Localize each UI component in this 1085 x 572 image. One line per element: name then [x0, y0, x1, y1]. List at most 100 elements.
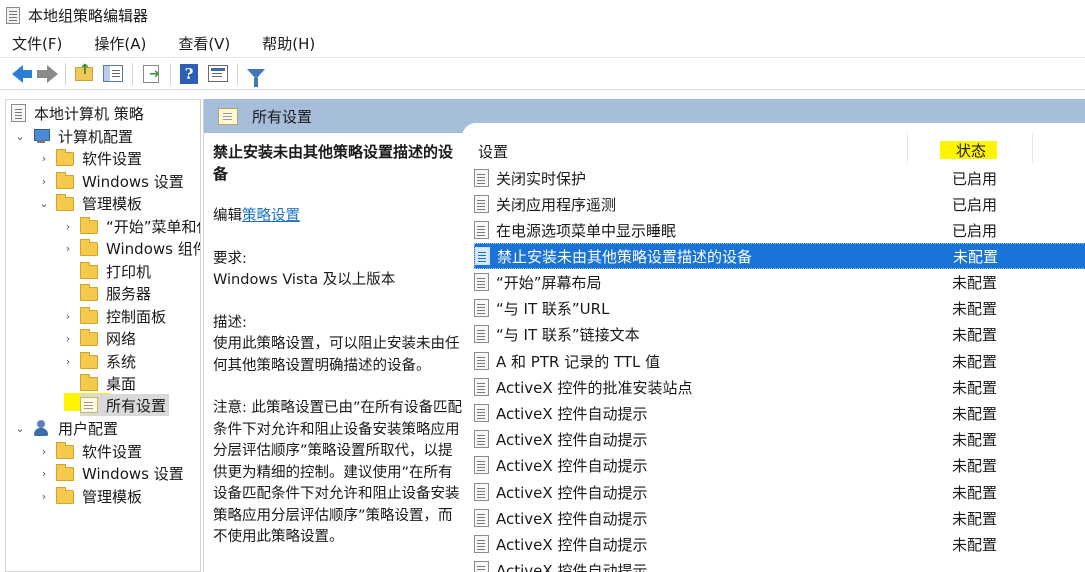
toolbar-separator — [65, 62, 66, 85]
setting-name: ActiveX 控件自动提示 — [496, 535, 648, 554]
help-button[interactable]: ? — [177, 62, 201, 86]
toolbar-separator — [170, 62, 171, 85]
chevron-right-icon[interactable]: › — [38, 175, 50, 188]
tree-node-windows-components[interactable]: › Windows 组件 — [62, 237, 201, 259]
policy-setting-icon — [474, 509, 489, 527]
list-item[interactable]: ActiveX 控件自动提示 未配置 — [474, 531, 1085, 557]
menu-action[interactable]: 操作(A) — [88, 33, 152, 54]
back-button[interactable] — [5, 62, 32, 86]
column-divider[interactable] — [1032, 133, 1033, 163]
setting-state: 未配置 — [952, 404, 998, 423]
chevron-right-icon[interactable]: › — [62, 220, 74, 233]
chevron-right-icon[interactable]: › — [62, 355, 74, 368]
list-item[interactable]: A 和 PTR 记录的 TTL 值 未配置 — [474, 348, 1085, 374]
chevron-right-icon[interactable]: › — [38, 445, 50, 458]
setting-name: A 和 PTR 记录的 TTL 值 — [496, 352, 661, 371]
list-item[interactable]: ActiveX 控件自动提示 未配置 — [474, 452, 1085, 478]
setting-state: 未配置 — [952, 509, 998, 528]
tree-node-label: 打印机 — [106, 262, 152, 281]
chevron-right-icon[interactable]: › — [38, 490, 50, 503]
column-header-setting[interactable]: 设置 — [478, 141, 508, 162]
tree-node-user-windows[interactable]: › Windows 设置 — [38, 462, 184, 484]
forward-button[interactable] — [34, 62, 58, 86]
list-item[interactable]: 关闭应用程序遥测 已启用 — [474, 191, 1085, 217]
list-item[interactable]: “与 IT 联系”URL 未配置 — [474, 295, 1085, 321]
policy-setting-icon — [474, 430, 489, 448]
list-item[interactable]: ActiveX 控件自动提示 未配置 — [474, 505, 1085, 531]
policy-setting-icon — [474, 195, 489, 213]
folder-icon — [56, 149, 74, 166]
policy-title: 禁止安装未由其他策略设置描述的设备 — [213, 143, 454, 183]
tree-node-all-settings[interactable]: 所有设置 — [80, 394, 170, 416]
tree-node-computer-admin[interactable]: ⌄ 管理模板 — [38, 192, 142, 214]
tree-node-computer-windows[interactable]: › Windows 设置 — [38, 170, 184, 192]
all-settings-icon — [80, 397, 98, 413]
export-list-button[interactable] — [139, 62, 163, 86]
list-item[interactable]: “开始”屏幕布局 未配置 — [474, 269, 1085, 295]
chevron-right-icon[interactable]: › — [62, 310, 74, 323]
settings-list: 设置 状态 关闭实时保护 已启用 关闭应用程序遥测 已启用 在电源选项菜单中显示睡眠… — [462, 123, 1085, 572]
tree-node-user-software[interactable]: › 软件设置 — [38, 440, 142, 462]
folder-icon — [80, 329, 98, 346]
tree-node-computer-config[interactable]: ⌄ 计算机配置 — [14, 125, 133, 147]
description-label: 描述: — [213, 314, 247, 331]
tree-node-server[interactable]: 服务器 — [62, 282, 151, 304]
list-item[interactable]: “与 IT 联系”链接文本 未配置 — [474, 321, 1085, 347]
tree-node-user-admin[interactable]: › 管理模板 — [38, 485, 142, 507]
folder-icon — [80, 262, 98, 279]
setting-name: “开始”屏幕布局 — [496, 273, 602, 292]
up-one-level-button[interactable] — [72, 62, 96, 86]
menu-file[interactable]: 文件(F) — [6, 33, 68, 54]
tree-node-desktop[interactable]: 桌面 — [62, 372, 136, 394]
list-item[interactable]: ActiveX 控件的批准安装站点 未配置 — [474, 374, 1085, 400]
list-item[interactable]: 在电源选项菜单中显示睡眠 已启用 — [474, 217, 1085, 243]
menu-help[interactable]: 帮助(H) — [256, 33, 321, 54]
setting-state: 未配置 — [952, 299, 998, 318]
chevron-right-icon[interactable]: › — [62, 332, 74, 345]
list-item[interactable]: 关闭实时保护 已启用 — [474, 165, 1085, 191]
filter-button[interactable] — [244, 62, 268, 87]
tree-node-label: 软件设置 — [82, 442, 143, 461]
list-item[interactable]: ActiveX 控件自动提示 未配置 — [474, 479, 1085, 505]
setting-name: “与 IT 联系”链接文本 — [496, 325, 640, 344]
setting-name: 禁止安装未由其他策略设置描述的设备 — [497, 247, 753, 266]
setting-state: 未配置 — [952, 430, 998, 449]
chevron-down-icon[interactable]: ⌄ — [14, 130, 26, 143]
tree-node-label: Windows 组件 — [106, 239, 201, 258]
tree-node-network[interactable]: › 网络 — [62, 327, 136, 349]
properties-button[interactable] — [206, 62, 230, 86]
chevron-right-icon[interactable]: › — [38, 152, 50, 165]
all-settings-icon — [218, 107, 238, 125]
menu-view[interactable]: 查看(V) — [172, 33, 236, 54]
folder-icon — [80, 217, 98, 234]
column-header-status[interactable]: 状态 — [956, 140, 986, 161]
edit-policy-link[interactable]: 策略设置 — [242, 208, 300, 224]
description-text: 使用此策略设置，可以阻止安装未由任何其他策略设置明确描述的设备。 — [213, 336, 460, 374]
list-item-selected[interactable]: 禁止安装未由其他策略设置描述的设备 未配置 — [474, 243, 1085, 269]
policy-setting-icon — [474, 561, 489, 572]
tree-node-label: 用户配置 — [58, 419, 119, 438]
chevron-down-icon[interactable]: ⌄ — [38, 197, 50, 210]
policy-setting-icon — [474, 456, 489, 474]
list-item[interactable]: ActiveX 控件自动提示 未配置 — [474, 426, 1085, 452]
tree-node-start-menu[interactable]: › “开始”菜单和任务栏 — [62, 215, 200, 237]
tree-node-root[interactable]: 本地计算机 策略 — [11, 102, 144, 124]
chevron-right-icon[interactable]: › — [62, 242, 74, 255]
tree-node-printers[interactable]: 打印机 — [62, 260, 151, 282]
tree-node-system[interactable]: › 系统 — [62, 350, 136, 372]
setting-name: ActiveX 控件自动提示 — [496, 561, 648, 572]
chevron-right-icon[interactable]: › — [38, 467, 50, 480]
list-item[interactable]: ActiveX 控件自动提示 — [474, 557, 1085, 572]
list-item[interactable]: ActiveX 控件自动提示 未配置 — [474, 400, 1085, 426]
setting-state: 未配置 — [952, 325, 998, 344]
setting-state: 未配置 — [952, 456, 998, 475]
policy-setting-icon — [474, 378, 489, 396]
tree-node-computer-software[interactable]: › 软件设置 — [38, 147, 142, 169]
tree-node-control-panel[interactable]: › 控制面板 — [62, 305, 166, 327]
chevron-down-icon[interactable]: ⌄ — [14, 422, 26, 435]
tree-node-user-config[interactable]: ⌄ 用户配置 — [14, 417, 118, 439]
column-divider[interactable] — [907, 133, 908, 163]
tree-node-label: 本地计算机 策略 — [34, 104, 144, 123]
show-hide-tree-button[interactable] — [101, 62, 125, 86]
user-icon — [32, 420, 50, 436]
